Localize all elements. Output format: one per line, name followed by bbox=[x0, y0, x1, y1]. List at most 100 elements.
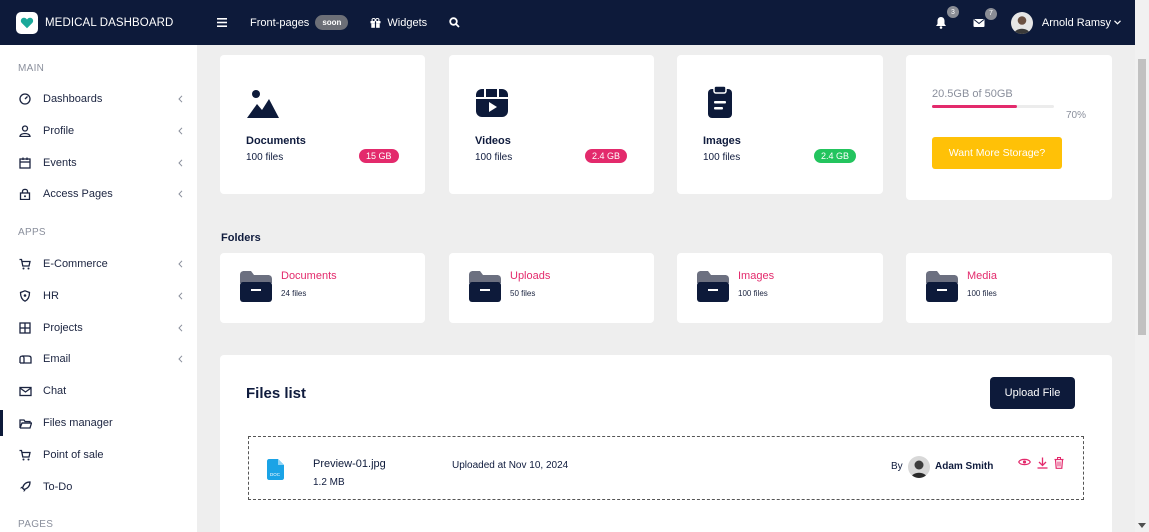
sidebar-item-label: To-Do bbox=[43, 481, 73, 493]
sidebar-item-dashboards[interactable]: Dashboards bbox=[0, 83, 197, 115]
calendar-icon bbox=[18, 156, 32, 170]
section-title-apps: APPS bbox=[18, 227, 46, 238]
sidebar-item-label: Email bbox=[43, 353, 71, 365]
user-name[interactable]: Arnold Ramsy bbox=[1042, 17, 1111, 29]
doc-file-icon: DOC bbox=[267, 459, 284, 485]
chevron-left-icon bbox=[178, 292, 183, 300]
widgets-link[interactable]: Widgets bbox=[370, 17, 427, 29]
file-actions bbox=[1018, 457, 1070, 469]
page-scrollbar[interactable] bbox=[1135, 45, 1149, 532]
chevron-down-icon[interactable] bbox=[1114, 20, 1121, 25]
messages-count: 7 bbox=[984, 7, 997, 20]
storage-usage-card: 20.5GB of 50GB 70% Want More Storage? bbox=[906, 55, 1112, 200]
folder-card-uploads[interactable]: Uploads 50 files bbox=[449, 253, 654, 323]
messages-envelope-icon[interactable]: 7 bbox=[973, 7, 997, 28]
sidebar-item-label: Events bbox=[43, 157, 77, 169]
shield-icon bbox=[18, 289, 32, 303]
lock-icon bbox=[18, 187, 32, 201]
chevron-left-icon bbox=[178, 324, 183, 332]
sidebar-item-to-do[interactable]: To-Do bbox=[0, 471, 197, 503]
layout-grid-icon bbox=[18, 321, 32, 335]
heart-logo-icon bbox=[16, 11, 38, 34]
section-title-pages: PAGES bbox=[18, 519, 54, 530]
sidebar-item-label: Chat bbox=[43, 385, 67, 397]
sidebar-item-files-manager[interactable]: Files manager bbox=[0, 407, 197, 439]
folder-count: 24 files bbox=[281, 289, 307, 298]
storage-usage-fill bbox=[932, 105, 1018, 108]
front-pages-link[interactable]: Front-pages soon bbox=[250, 15, 349, 30]
clipboard-icon bbox=[703, 85, 737, 124]
sidebar-item-label: Profile bbox=[43, 125, 75, 137]
storage-usage-percent: 70% bbox=[1065, 110, 1086, 121]
sidebar-item-chat[interactable]: Chat bbox=[0, 375, 197, 407]
widgets-label: Widgets bbox=[387, 16, 428, 29]
mailbox-icon bbox=[18, 352, 32, 366]
uploader-avatar bbox=[908, 456, 930, 478]
sidebar-item-label: HR bbox=[43, 290, 59, 302]
scrollbar-thumb[interactable] bbox=[1138, 59, 1146, 335]
sidebar-item-profile[interactable]: Profile bbox=[0, 115, 197, 147]
front-pages-label: Front-pages bbox=[250, 16, 310, 29]
storage-card-documents[interactable]: Documents 100 files 15 GB bbox=[220, 55, 425, 194]
storage-usage-text: 20.5GB of 50GB bbox=[932, 88, 1013, 100]
video-player-icon bbox=[475, 85, 509, 124]
file-row[interactable]: DOC Preview-01.jpg 1.2 MB Uploaded at No… bbox=[248, 436, 1084, 500]
cart-icon bbox=[18, 448, 32, 462]
sidebar-item-email[interactable]: Email bbox=[0, 343, 197, 375]
chevron-left-icon bbox=[178, 190, 183, 198]
svg-text:DOC: DOC bbox=[270, 472, 281, 477]
upload-file-button[interactable]: Upload File bbox=[990, 377, 1075, 409]
chevron-left-icon bbox=[178, 260, 183, 268]
storage-name: Images bbox=[703, 135, 741, 147]
chevron-left-icon bbox=[178, 159, 183, 167]
scrollbar-top bbox=[1135, 0, 1149, 45]
brand-name: MEDICAL DASHBOARD bbox=[45, 16, 174, 29]
file-size: 1.2 MB bbox=[313, 477, 345, 488]
storage-size-badge: 2.4 GB bbox=[585, 149, 628, 163]
sidebar-item-point-of-sale[interactable]: Point of sale bbox=[0, 439, 197, 471]
files-list-card: Files list Upload File DOC Preview-01.jp… bbox=[220, 355, 1112, 532]
folder-card-documents[interactable]: Documents 24 files bbox=[220, 253, 425, 323]
sidebar-item-projects[interactable]: Projects bbox=[0, 312, 197, 344]
folder-icon bbox=[697, 271, 729, 307]
sidebar-item-access-pages[interactable]: Access Pages bbox=[0, 178, 197, 210]
uploaded-by-label: By bbox=[891, 461, 903, 472]
sidebar: MAIN Dashboards Profile Events Access Pa… bbox=[0, 45, 197, 532]
file-upload-date: Uploaded at Nov 10, 2024 bbox=[452, 460, 569, 471]
gift-icon bbox=[370, 17, 381, 28]
files-list-title: Files list bbox=[246, 385, 307, 402]
file-name[interactable]: Preview-01.jpg bbox=[313, 458, 386, 470]
storage-size-badge: 15 GB bbox=[359, 149, 399, 163]
image-icon bbox=[246, 85, 280, 124]
user-avatar[interactable] bbox=[1010, 11, 1033, 34]
soon-badge: soon bbox=[315, 15, 349, 30]
download-icon[interactable] bbox=[1037, 457, 1048, 469]
folder-card-media[interactable]: Media 100 files bbox=[906, 253, 1112, 323]
rocket-icon bbox=[18, 480, 32, 494]
view-eye-icon[interactable] bbox=[1018, 457, 1031, 469]
top-navbar: MEDICAL DASHBOARD Front-pages soon Widge… bbox=[0, 0, 1135, 45]
trash-icon[interactable] bbox=[1054, 457, 1064, 469]
sidebar-item-label: Files manager bbox=[43, 417, 113, 429]
sidebar-item-label: Dashboards bbox=[43, 93, 103, 105]
want-more-storage-button[interactable]: Want More Storage? bbox=[932, 137, 1062, 169]
scroll-down-arrow-icon[interactable] bbox=[1138, 523, 1146, 528]
folder-card-images[interactable]: Images 100 files bbox=[677, 253, 883, 323]
sidebar-item-events[interactable]: Events bbox=[0, 147, 197, 179]
uploader-name: Adam Smith bbox=[935, 461, 994, 472]
storage-name: Documents bbox=[246, 135, 306, 147]
user-icon bbox=[18, 124, 32, 138]
storage-size-badge: 2.4 GB bbox=[814, 149, 857, 163]
folder-name: Uploads bbox=[510, 270, 551, 282]
storage-card-images[interactable]: Images 100 files 2.4 GB bbox=[677, 55, 883, 194]
notifications-bell-icon[interactable]: 3 bbox=[935, 6, 959, 29]
brand[interactable]: MEDICAL DASHBOARD bbox=[0, 11, 197, 34]
search-icon[interactable] bbox=[449, 17, 466, 28]
hamburger-menu-icon[interactable] bbox=[217, 18, 231, 27]
sidebar-item-hr[interactable]: HR bbox=[0, 280, 197, 312]
folder-name: Media bbox=[967, 270, 997, 282]
sidebar-item-e-commerce[interactable]: E-Commerce bbox=[0, 248, 197, 280]
sidebar-item-label: Point of sale bbox=[43, 449, 104, 461]
storage-card-videos[interactable]: Videos 100 files 2.4 GB bbox=[449, 55, 654, 194]
chevron-left-icon bbox=[178, 95, 183, 103]
